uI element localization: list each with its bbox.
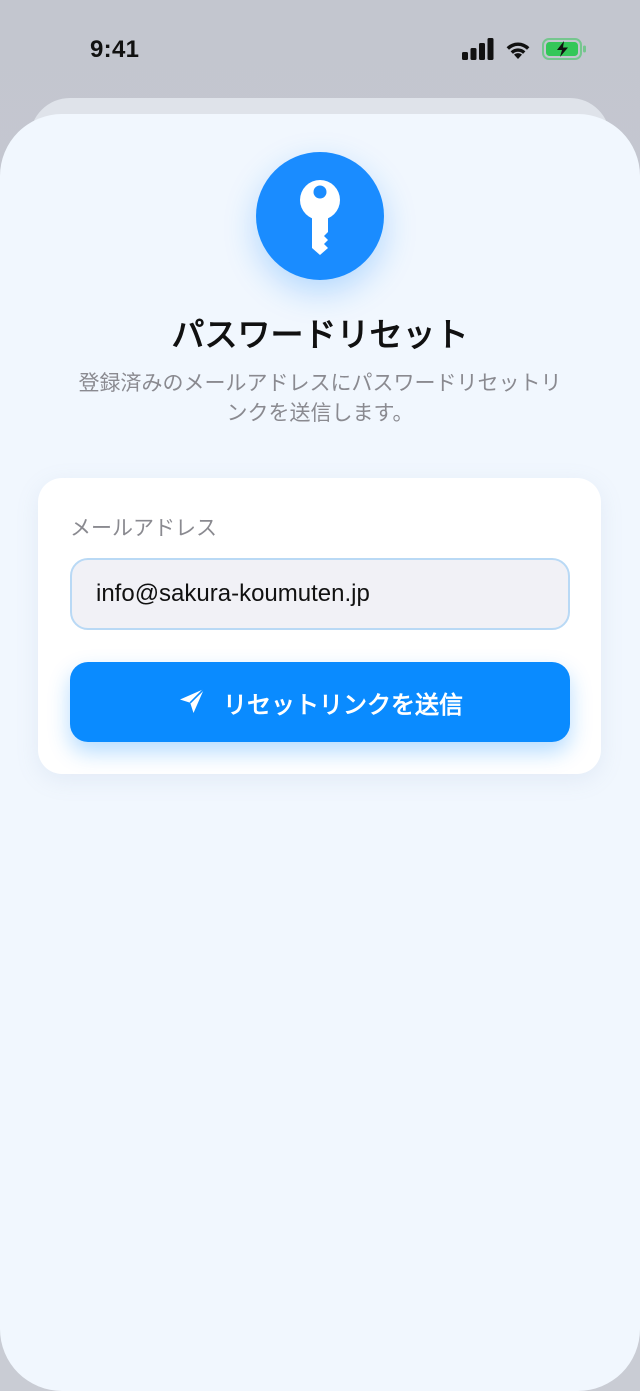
status-icons [462, 38, 588, 64]
wifi-icon [504, 38, 532, 64]
email-field[interactable] [70, 558, 570, 630]
page-description: 登録済みのメールアドレスにパスワードリセットリンクを送信します。 [78, 371, 562, 425]
status-bar: 9:41 [0, 0, 640, 100]
email-label: メールアドレス [70, 516, 217, 540]
status-time: 9:41 [90, 36, 140, 63]
send-button-label: リセットリンクを送信 [223, 690, 463, 719]
cellular-signal-icon [462, 38, 494, 64]
send-reset-link-button[interactable]: リセットリンクを送信 [70, 662, 570, 742]
battery-charging-icon [542, 38, 588, 64]
key-icon-badge [256, 152, 384, 280]
page-title: パスワードリセット [171, 315, 469, 354]
paper-plane-icon [177, 686, 207, 719]
key-icon [300, 180, 340, 255]
reset-form-card: メールアドレス リセットリンクを送信 [38, 478, 601, 774]
